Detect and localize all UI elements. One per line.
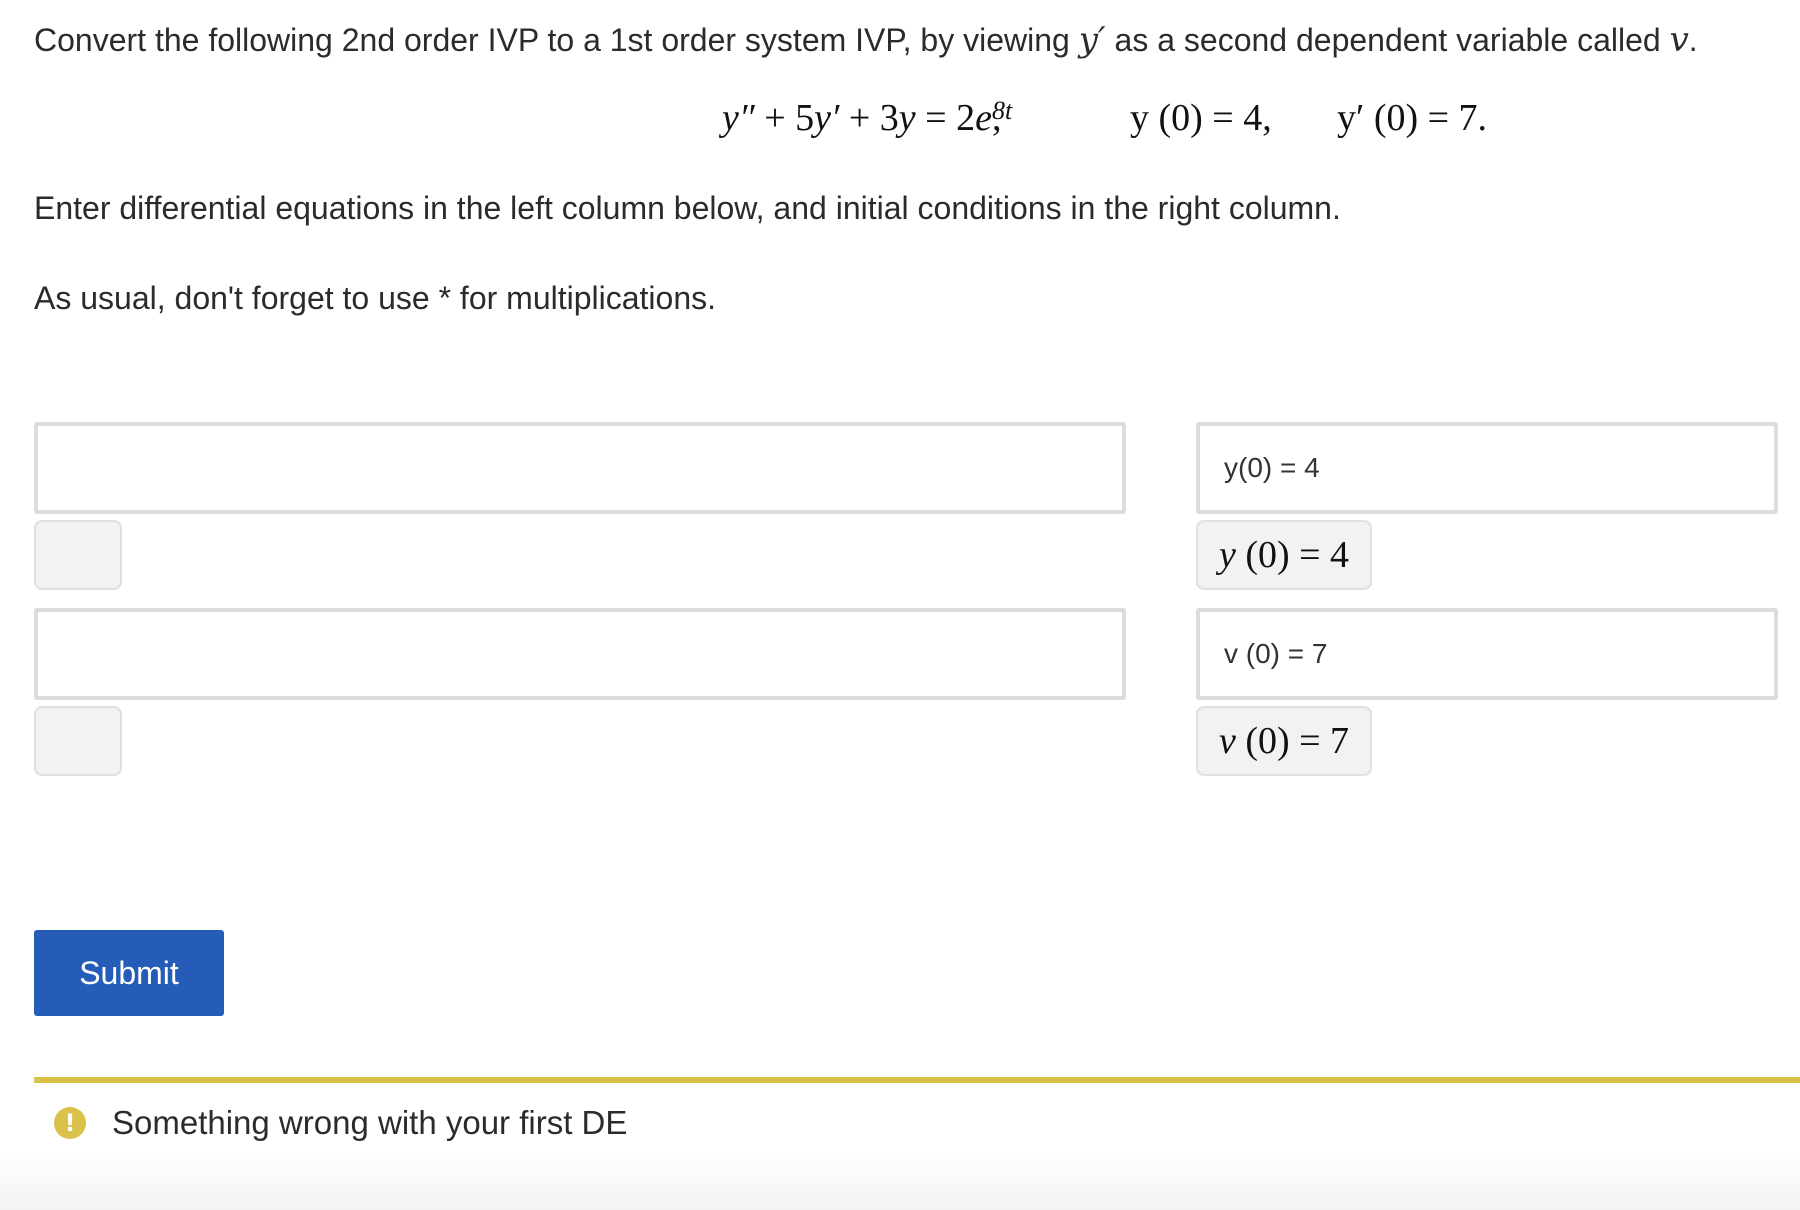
warning-icon: ! (54, 1107, 86, 1139)
feedback-panel: ! Something wrong with your first DE (0, 1083, 1800, 1210)
initial-condition-y: y (0) = 4, (1130, 97, 1272, 139)
eq-rhs-e: e (975, 97, 992, 139)
second-ic-preview-rest: (0) = 7 (1235, 720, 1350, 762)
instructions-columns: Enter differential equations in the left… (34, 190, 1341, 226)
first-initial-condition-preview: y (0) = 4 (1196, 520, 1372, 590)
second-initial-condition-input[interactable]: v (0) = 7 (1196, 608, 1778, 700)
prompt-math-v: v (1669, 20, 1689, 60)
feedback-message: Something wrong with your first DE (112, 1104, 628, 1141)
prompt-text-after: as a second dependent variable called (1105, 22, 1670, 58)
eq-rhs-exponent: 8t (991, 96, 1013, 125)
eq-y: y (898, 97, 916, 139)
prompt-math-yprime: y′ (1078, 20, 1106, 60)
first-de-preview (34, 520, 122, 590)
first-ic-preview-variable: y (1218, 534, 1236, 576)
instructions-multiplication: As usual, don't forget to use * for mult… (34, 280, 717, 316)
second-initial-condition-preview: v (0) = 7 (1196, 706, 1372, 776)
eq-y-double-prime: y″ (722, 97, 755, 139)
ivp-equation: y″ + 5y′ + 3y = 2e 8t, y (0) = 4, y′ (0) … (0, 96, 1800, 152)
eq-rhs-coefficient: = 2 (915, 97, 976, 139)
first-de-input[interactable] (34, 422, 1126, 514)
eq-term-5: + 5 (754, 97, 815, 139)
differential-equation: y″ + 5y′ + 3y = 2e 8t, (722, 96, 1012, 140)
submit-button[interactable]: Submit (34, 930, 224, 1016)
first-initial-condition-input[interactable]: y(0) = 4 (1196, 422, 1778, 514)
initial-condition-yprime: y′ (0) = 7. (1337, 97, 1488, 139)
first-ic-preview-rest: (0) = 4 (1235, 534, 1350, 576)
eq-y-prime: y′ (814, 97, 840, 139)
question-prompt: Convert the following 2nd order IVP to a… (34, 18, 1774, 62)
second-ic-preview-variable: v (1218, 720, 1236, 762)
eq-term-3: + 3 (839, 97, 899, 139)
second-de-input[interactable] (34, 608, 1126, 700)
prompt-text-before: Convert the following 2nd order IVP to a… (34, 22, 1079, 58)
second-de-preview (34, 706, 122, 776)
prompt-text-end: . (1688, 22, 1698, 58)
